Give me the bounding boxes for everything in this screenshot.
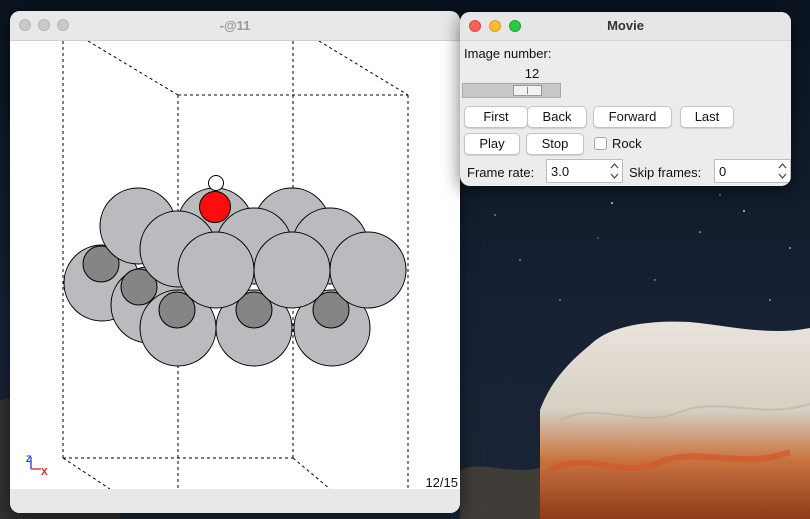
atom-hydrogen[interactable]: [208, 175, 224, 191]
slider-value: 12: [524, 66, 540, 81]
first-button[interactable]: First: [464, 106, 528, 128]
back-button[interactable]: Back: [527, 106, 587, 128]
window-title: -@11: [219, 18, 251, 33]
skip-frames-input[interactable]: 0: [714, 159, 791, 183]
stepper-arrows-icon[interactable]: [777, 161, 788, 181]
atom-metal[interactable]: [253, 231, 331, 309]
last-button[interactable]: Last: [680, 106, 734, 128]
frame-rate-input[interactable]: 3.0: [546, 159, 623, 183]
structure-viewer-window: -@11 Z X 12/15: [10, 11, 460, 513]
forward-button[interactable]: Forward: [593, 106, 672, 128]
frame-rate-value: 3.0: [551, 164, 570, 179]
atom-oxygen[interactable]: [199, 191, 231, 223]
atom-metal[interactable]: [177, 231, 255, 309]
skip-frames-value: 0: [719, 164, 727, 179]
image-number-label: Image number:: [464, 46, 552, 61]
rock-checkbox[interactable]: [594, 137, 607, 150]
movie-window: Movie Image number: 12 First Back Forwar…: [460, 12, 791, 186]
image-number-slider[interactable]: [462, 83, 561, 98]
window-title: Movie: [607, 18, 644, 33]
atoms: [63, 175, 407, 367]
structure-canvas[interactable]: Z X: [10, 41, 460, 489]
slider-handle[interactable]: [513, 85, 542, 96]
rock-label: Rock: [612, 136, 642, 151]
atom-metal[interactable]: [329, 231, 407, 309]
viewer-statusbar: [10, 489, 460, 513]
stepper-arrows-icon[interactable]: [609, 161, 620, 181]
axis-x-label: X: [41, 467, 48, 478]
axis-z-label: Z: [26, 454, 32, 464]
axes-indicator: Z X: [26, 454, 48, 478]
frame-rate-label: Frame rate:: [467, 165, 535, 180]
stop-button[interactable]: Stop: [526, 133, 584, 155]
viewer-titlebar[interactable]: -@11: [10, 11, 460, 41]
skip-frames-label: Skip frames:: [629, 165, 702, 180]
play-button[interactable]: Play: [464, 133, 520, 155]
frame-counter: 12/15: [425, 475, 458, 490]
movie-titlebar[interactable]: Movie: [460, 12, 791, 41]
